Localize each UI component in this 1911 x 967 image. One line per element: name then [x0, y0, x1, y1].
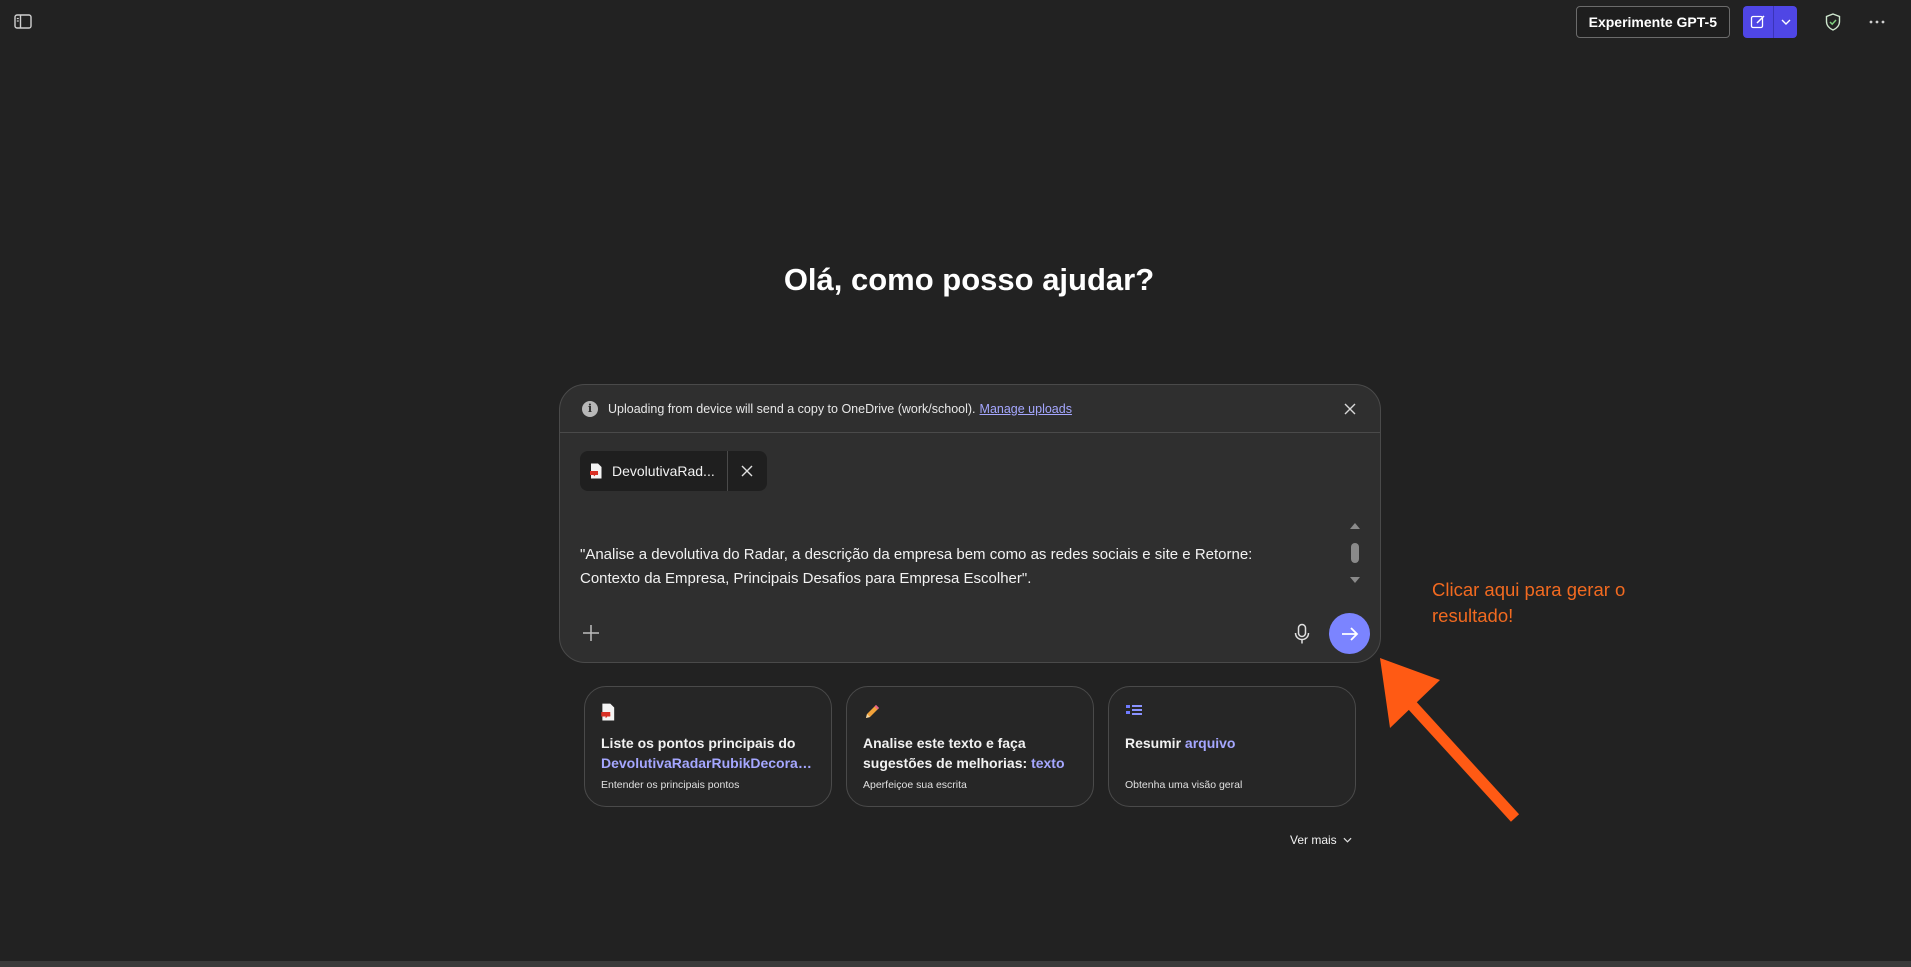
copilot-page: Experimente GPT-5 Olá, como posso ajudar… — [0, 0, 1911, 967]
attachment-name: DevolutivaRad... — [612, 463, 715, 479]
microphone-icon — [1294, 623, 1310, 644]
message-line-2: Contexto da Empresa, Principais Desafios… — [580, 570, 1032, 587]
remove-attachment-button[interactable] — [726, 451, 767, 491]
info-icon: i — [582, 400, 598, 417]
page-title: Olá, como posso ajudar? — [783, 262, 1155, 297]
top-toolbar: Experimente GPT-5 — [1575, 6, 1893, 38]
suggestion-title-text: Liste os pontos principais do — [601, 735, 796, 751]
try-gpt5-button[interactable]: Experimente GPT-5 — [1575, 6, 1730, 38]
chevron-down-icon — [1343, 837, 1352, 843]
add-attachment-button[interactable] — [580, 622, 602, 644]
pdf-file-icon — [601, 703, 815, 721]
suggestion-subtitle: Obtenha uma visão geral — [1125, 779, 1243, 791]
message-line-1: "Analise a devolutiva do Radar, a descri… — [580, 546, 1253, 563]
scroll-down-arrow-icon[interactable] — [1350, 577, 1360, 583]
suggestion-title: Resumir arquivo — [1125, 733, 1339, 753]
pencil-icon — [863, 703, 1077, 721]
suggestion-card-improve-text[interactable]: Analise este texto e faça sugestões de m… — [846, 686, 1094, 807]
suggestion-cards: Liste os pontos principais do Devolutiva… — [584, 686, 1356, 807]
pdf-file-icon — [590, 463, 602, 479]
scroll-thumb[interactable] — [1351, 543, 1359, 563]
suggestion-title-text: Resumir — [1125, 735, 1182, 751]
compose-icon — [1750, 15, 1765, 29]
annotation-text: Clicar aqui para gerar o resultado! — [1432, 577, 1652, 629]
suggestion-card-key-points[interactable]: Liste os pontos principais do Devolutiva… — [584, 686, 832, 807]
suggestion-card-summarize[interactable]: Resumir arquivo Obtenha uma visão geral — [1108, 686, 1356, 807]
close-notice-button[interactable] — [1340, 399, 1360, 419]
new-chat-button[interactable] — [1743, 6, 1774, 38]
more-options-button[interactable] — [1861, 6, 1893, 38]
suggestion-title-highlight: DevolutivaRadarRubikDecoraçõ... — [601, 755, 815, 771]
new-chat-group — [1743, 6, 1797, 38]
send-button[interactable] — [1329, 613, 1370, 654]
suggestion-title-highlight: texto — [1031, 755, 1065, 771]
microphone-button[interactable] — [1292, 623, 1312, 645]
arrow-right-icon — [1341, 626, 1358, 641]
file-attachment-chip: DevolutivaRad... — [580, 451, 767, 491]
suggestion-title: Analise este texto e faça sugestões de m… — [863, 733, 1077, 773]
plus-icon — [583, 625, 599, 641]
scroll-up-arrow-icon[interactable] — [1350, 523, 1360, 529]
more-horizontal-icon — [1869, 20, 1885, 24]
suggestion-title-text: Analise este texto e faça sugestões de m… — [863, 735, 1028, 771]
list-icon — [1125, 703, 1339, 721]
bottom-divider — [0, 961, 1911, 967]
chat-composer: i Uploading from device will send a copy… — [559, 384, 1381, 663]
suggestion-title-highlight: arquivo — [1184, 735, 1236, 751]
attachment-open-button[interactable]: DevolutivaRad... — [580, 451, 727, 491]
suggestion-title: Liste os pontos principais do Devolutiva… — [601, 733, 815, 773]
sidebar-toggle-icon[interactable] — [12, 12, 34, 30]
annotation-line-1: Clicar aqui para gerar o — [1432, 579, 1626, 600]
suggestion-subtitle: Entender os principais pontos — [601, 779, 740, 791]
chevron-down-icon — [1781, 19, 1790, 25]
see-more-button[interactable]: Ver mais — [1290, 833, 1352, 847]
shield-button[interactable] — [1817, 6, 1849, 38]
manage-uploads-link[interactable]: Manage uploads — [980, 402, 1072, 416]
input-scrollbar[interactable] — [1348, 523, 1362, 583]
annotation-arrow-icon — [1380, 658, 1520, 822]
shield-check-icon — [1825, 13, 1841, 31]
annotation-line-2: resultado! — [1432, 605, 1514, 626]
see-more-label: Ver mais — [1290, 833, 1337, 847]
new-chat-dropdown-button[interactable] — [1774, 6, 1797, 38]
suggestion-subtitle: Aperfeiçoe sua escrita — [863, 779, 967, 791]
message-input[interactable]: "Analise a devolutiva do Radar, a descri… — [580, 543, 1320, 591]
close-icon — [741, 465, 753, 477]
upload-notice-text: Uploading from device will send a copy t… — [608, 401, 976, 416]
close-icon — [1344, 403, 1356, 415]
upload-notice: i Uploading from device will send a copy… — [560, 385, 1380, 433]
